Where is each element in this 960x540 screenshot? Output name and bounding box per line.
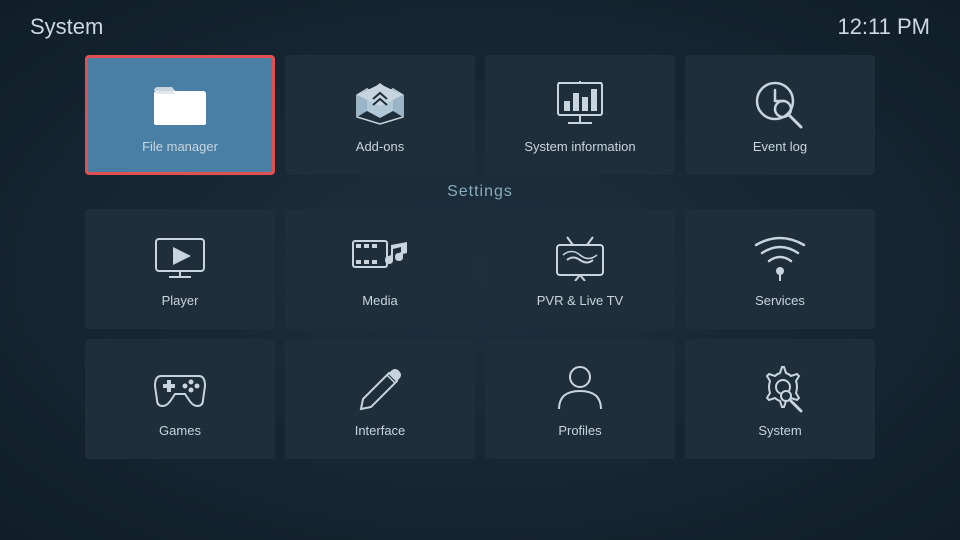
page-title: System — [30, 14, 103, 40]
tile-profiles[interactable]: Profiles — [485, 339, 675, 459]
tile-pvr-live-tv-label: PVR & Live TV — [537, 293, 623, 308]
add-ons-icon — [350, 76, 410, 131]
clock: 12:11 PM — [837, 14, 930, 40]
tile-player-label: Player — [162, 293, 199, 308]
player-icon — [150, 230, 210, 285]
services-icon — [750, 230, 810, 285]
tile-file-manager[interactable]: File manager — [85, 55, 275, 175]
settings-row-1: Player Media — [0, 209, 960, 329]
tile-games[interactable]: Games — [85, 339, 275, 459]
tile-profiles-label: Profiles — [558, 423, 601, 438]
top-tiles-row: File manager — [0, 55, 960, 175]
system-information-icon — [550, 76, 610, 131]
system-icon — [750, 360, 810, 415]
profiles-icon — [550, 360, 610, 415]
tile-interface[interactable]: Interface — [285, 339, 475, 459]
tile-system-information-label: System information — [524, 139, 635, 154]
file-manager-icon — [150, 76, 210, 131]
tile-player[interactable]: Player — [85, 209, 275, 329]
tile-interface-label: Interface — [355, 423, 406, 438]
tile-system-label: System — [758, 423, 801, 438]
header: System 12:11 PM — [0, 0, 960, 50]
tile-event-log-label: Event log — [753, 139, 807, 154]
tile-games-label: Games — [159, 423, 201, 438]
tile-add-ons[interactable]: Add-ons — [285, 55, 475, 175]
games-icon — [150, 360, 210, 415]
interface-icon — [350, 360, 410, 415]
tile-services-label: Services — [755, 293, 805, 308]
tile-file-manager-label: File manager — [142, 139, 218, 154]
tile-system[interactable]: System — [685, 339, 875, 459]
tile-system-information[interactable]: System information — [485, 55, 675, 175]
settings-header: Settings — [0, 183, 960, 201]
media-icon — [350, 230, 410, 285]
tile-media[interactable]: Media — [285, 209, 475, 329]
event-log-icon — [750, 76, 810, 131]
tile-add-ons-label: Add-ons — [356, 139, 404, 154]
tile-services[interactable]: Services — [685, 209, 875, 329]
tile-pvr-live-tv[interactable]: PVR & Live TV — [485, 209, 675, 329]
settings-row-2: Games Interface — [0, 339, 960, 459]
tile-event-log[interactable]: Event log — [685, 55, 875, 175]
tile-media-label: Media — [362, 293, 397, 308]
pvr-live-tv-icon — [550, 230, 610, 285]
